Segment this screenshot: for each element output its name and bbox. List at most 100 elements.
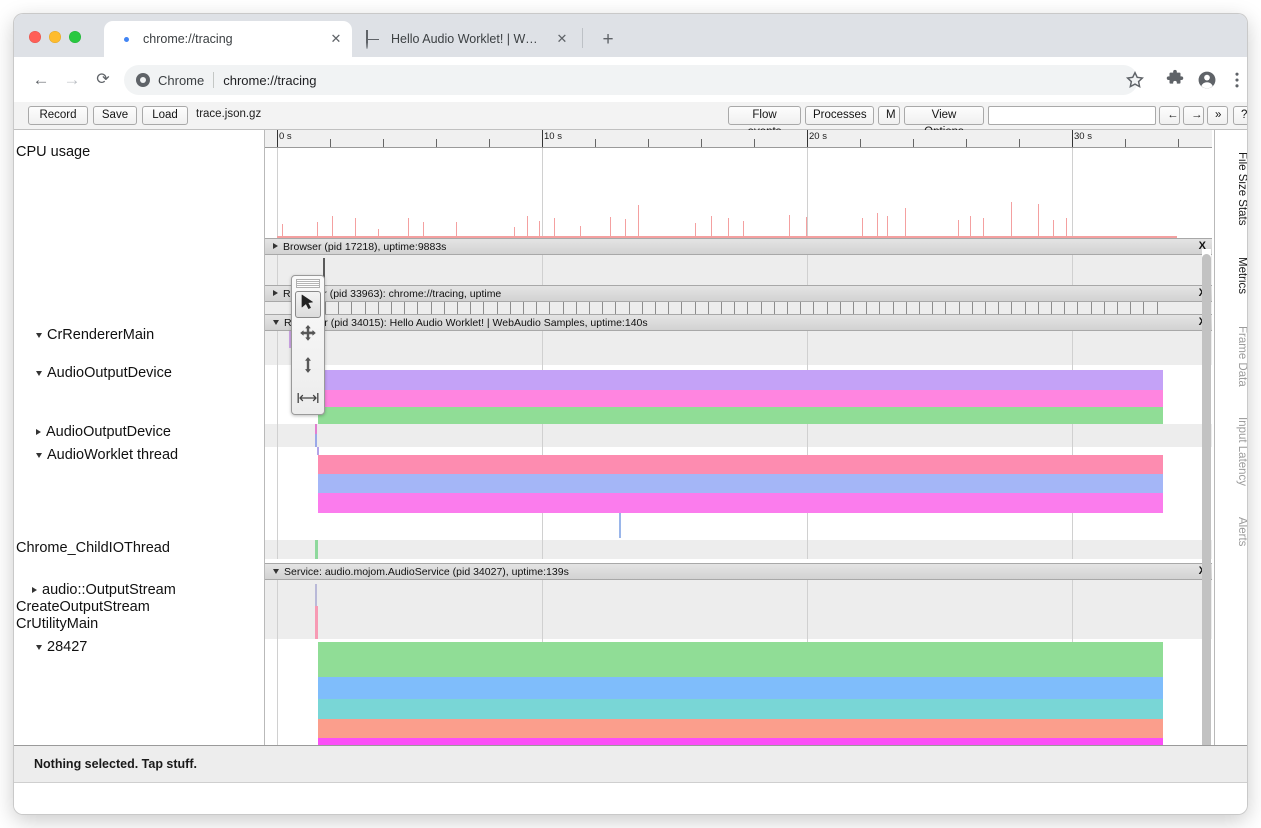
window-close-button[interactable] bbox=[29, 31, 41, 43]
side-tab-input-latency[interactable]: Input Latency bbox=[1215, 402, 1247, 496]
find-previous-button[interactable]: ← bbox=[1159, 106, 1180, 125]
process-header-browser[interactable]: Browser (pid 17218), uptime:9883s X bbox=[265, 238, 1212, 255]
chevron-down-icon[interactable] bbox=[36, 453, 42, 458]
cursor-tool-icon[interactable] bbox=[295, 291, 321, 318]
thread-label-crrenderermain[interactable]: CrRendererMain bbox=[36, 327, 154, 343]
slice-purple[interactable] bbox=[318, 370, 1163, 390]
site-chip: Chrome bbox=[136, 73, 204, 88]
timeline-panel[interactable]: 0 s 10 s 20 s 30 s bbox=[265, 130, 1212, 745]
more-button[interactable]: » bbox=[1207, 106, 1228, 125]
vertical-zoom-tool-icon[interactable] bbox=[295, 355, 321, 382]
thread-label-audiooutputdevice-1[interactable]: AudioOutputDevice bbox=[36, 365, 172, 381]
side-tab-metrics[interactable]: Metrics bbox=[1215, 242, 1247, 304]
profile-avatar-icon[interactable] bbox=[1196, 69, 1218, 91]
track-audioworklet-thread[interactable] bbox=[265, 447, 1212, 540]
search-input[interactable] bbox=[988, 106, 1156, 125]
chevron-down-icon[interactable] bbox=[273, 320, 279, 325]
timeline-scrollbar[interactable] bbox=[1202, 249, 1211, 745]
view-options-button[interactable]: View Options bbox=[904, 106, 984, 125]
slice-pink[interactable] bbox=[318, 390, 1163, 407]
renderer-tick bbox=[602, 302, 603, 314]
cpu-spike bbox=[806, 217, 807, 238]
tab-close-icon[interactable]: ✕ bbox=[554, 31, 570, 47]
forward-button[interactable]: → bbox=[59, 67, 85, 93]
renderer-33963-track-row[interactable] bbox=[265, 302, 1212, 314]
thread-label-28427[interactable]: 28427 bbox=[36, 639, 87, 655]
slice-salmon-pink[interactable] bbox=[318, 455, 1163, 474]
new-tab-button[interactable]: + bbox=[595, 27, 621, 53]
slice-periwinkle[interactable] bbox=[318, 474, 1163, 493]
address-bar[interactable]: Chrome chrome://tracing bbox=[124, 65, 1138, 95]
browser-track-row[interactable] bbox=[265, 255, 1212, 285]
track-audiooutputdevice-1[interactable] bbox=[265, 365, 1212, 424]
palette-drag-handle[interactable] bbox=[296, 279, 320, 288]
cpu-spike bbox=[1066, 218, 1067, 238]
chevron-down-icon[interactable] bbox=[273, 569, 279, 574]
slice-turquoise[interactable] bbox=[318, 699, 1163, 719]
chevron-right-icon[interactable] bbox=[273, 243, 278, 249]
processes-button[interactable]: Processes bbox=[805, 106, 874, 125]
slice-magenta-2[interactable] bbox=[318, 738, 1163, 745]
track-chrome-childiothread[interactable] bbox=[265, 540, 1212, 559]
bookmark-star-icon[interactable] bbox=[1124, 69, 1146, 91]
side-tab-file-size-stats[interactable]: File Size Stats bbox=[1215, 138, 1247, 234]
renderer-tick bbox=[893, 302, 894, 314]
side-tab-frame-data[interactable]: Frame Data bbox=[1215, 312, 1247, 394]
thread-label-createoutputstream[interactable]: CreateOutputStream bbox=[16, 599, 150, 615]
chevron-down-icon[interactable] bbox=[36, 333, 42, 338]
process-header-renderer-34015[interactable]: Renderer (pid 34015): Hello Audio Workle… bbox=[265, 314, 1212, 331]
slice-salmon[interactable] bbox=[318, 719, 1163, 738]
chevron-right-icon[interactable] bbox=[32, 587, 37, 593]
help-button[interactable]: ? bbox=[1233, 106, 1247, 125]
metrics-toggle-button[interactable]: M bbox=[878, 106, 900, 125]
tab-chrome-tracing[interactable]: chrome://tracing ✕ bbox=[104, 21, 352, 57]
thread-label-audio-outputstream[interactable]: audio::OutputStream bbox=[32, 582, 176, 598]
back-button[interactable]: ← bbox=[28, 67, 54, 93]
chevron-down-icon[interactable] bbox=[36, 645, 42, 650]
thread-label-crutilitymain[interactable]: CrUtilityMain bbox=[16, 616, 98, 632]
reload-button[interactable]: ⟳ bbox=[90, 67, 116, 93]
browser-menu-icon[interactable] bbox=[1226, 69, 1247, 91]
slice-lightblue[interactable] bbox=[318, 677, 1163, 699]
track-audiooutputdevice-2[interactable] bbox=[265, 424, 1212, 447]
load-button[interactable]: Load bbox=[142, 106, 188, 125]
thread-label-chrome-childiothread[interactable]: Chrome_ChildIOThread bbox=[16, 540, 170, 556]
side-tab-alerts[interactable]: Alerts bbox=[1215, 504, 1247, 554]
renderer-tick bbox=[919, 302, 920, 314]
slice-green[interactable] bbox=[318, 642, 1163, 677]
cpu-usage-chart[interactable] bbox=[265, 148, 1212, 238]
tab-hello-audio-worklet[interactable]: Hello Audio Worklet! | WebAud ✕ bbox=[352, 21, 578, 57]
scrollbar-thumb[interactable] bbox=[1202, 254, 1211, 745]
cpu-spike bbox=[423, 222, 424, 238]
ruler-label-10s: 10 s bbox=[542, 131, 562, 142]
flow-events-button[interactable]: Flow events bbox=[728, 106, 801, 125]
slice-green[interactable] bbox=[318, 407, 1163, 424]
renderer-tick bbox=[417, 302, 418, 314]
time-ruler[interactable]: 0 s 10 s 20 s 30 s bbox=[265, 130, 1212, 148]
tool-palette[interactable] bbox=[291, 275, 325, 415]
window-minimize-button[interactable] bbox=[49, 31, 61, 43]
save-button[interactable]: Save bbox=[93, 106, 137, 125]
record-button[interactable]: Record bbox=[28, 106, 88, 125]
thread-label-audioworklet-thread[interactable]: AudioWorklet thread bbox=[36, 447, 178, 463]
find-next-button[interactable]: → bbox=[1183, 106, 1204, 125]
process-header-audioservice[interactable]: Service: audio.mojom.AudioService (pid 3… bbox=[265, 563, 1212, 580]
cpu-spike bbox=[983, 218, 984, 238]
slice-magenta[interactable] bbox=[318, 493, 1163, 513]
chevron-down-icon[interactable] bbox=[36, 371, 42, 376]
chevron-right-icon[interactable] bbox=[273, 290, 278, 296]
process-header-renderer-33963[interactable]: Renderer (pid 33963): chrome://tracing, … bbox=[265, 285, 1212, 302]
tab-close-icon[interactable]: ✕ bbox=[328, 31, 344, 47]
track-28427[interactable] bbox=[265, 639, 1212, 745]
track-crrenderermain[interactable] bbox=[265, 331, 1212, 365]
extensions-puzzle-icon[interactable] bbox=[1164, 69, 1186, 91]
renderer-tick bbox=[615, 302, 616, 314]
chevron-right-icon[interactable] bbox=[36, 429, 41, 435]
pan-tool-icon[interactable] bbox=[295, 323, 321, 350]
track-audio-outputstream[interactable] bbox=[265, 580, 1212, 639]
thread-label-audiooutputdevice-2[interactable]: AudioOutputDevice bbox=[36, 424, 171, 440]
cpu-spike bbox=[282, 224, 283, 238]
window-maximize-button[interactable] bbox=[69, 31, 81, 43]
horizontal-zoom-tool-icon[interactable] bbox=[295, 387, 321, 411]
track-label-panel: CPU usage CrRendererMain AudioOutputDevi… bbox=[14, 130, 264, 745]
